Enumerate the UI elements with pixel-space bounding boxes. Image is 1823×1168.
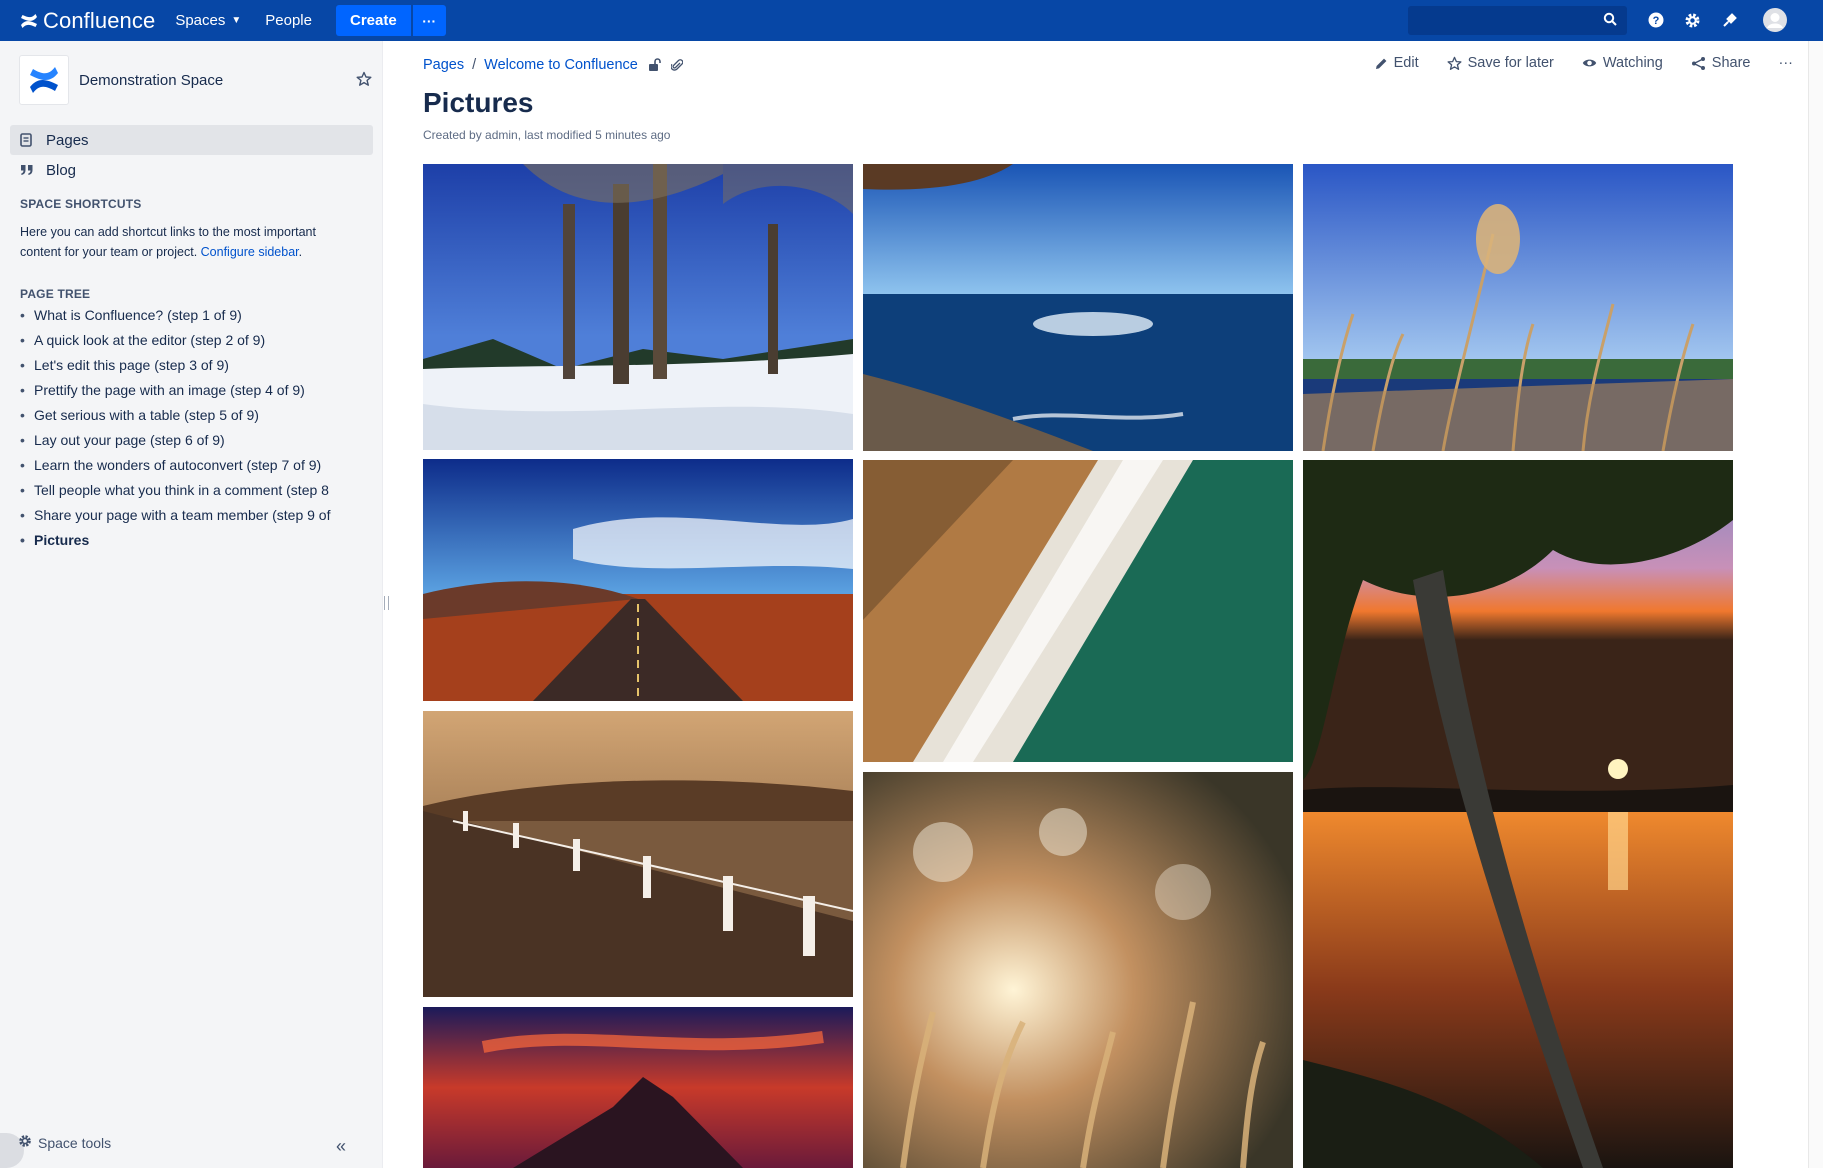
space-header[interactable]: Demonstration Space bbox=[19, 55, 223, 105]
gallery-image-desert-road[interactable] bbox=[423, 459, 853, 701]
spaces-label: Spaces bbox=[175, 12, 226, 29]
star-outline-icon bbox=[1447, 56, 1462, 71]
gallery-image-beach-waves[interactable] bbox=[863, 460, 1293, 762]
sidebar-item-label: Pages bbox=[46, 131, 89, 149]
page-tree-item-label: Pictures bbox=[34, 532, 90, 548]
search-input[interactable] bbox=[1408, 6, 1627, 35]
page-tree-item[interactable]: • Let's edit this page (step 3 of 9) bbox=[20, 353, 340, 378]
eye-icon bbox=[1582, 57, 1597, 69]
breadcrumb: Pages / Welcome to Confluence bbox=[423, 57, 683, 73]
gallery-image-mountain-sunset[interactable] bbox=[423, 1007, 853, 1168]
space-logo[interactable] bbox=[19, 55, 69, 105]
space-logo-icon bbox=[30, 67, 58, 93]
watching-label: Watching bbox=[1602, 55, 1663, 71]
people-label: People bbox=[265, 12, 312, 29]
page-tree-item[interactable]: • Get serious with a table (step 5 of 9) bbox=[20, 403, 340, 428]
page-scrollbar[interactable] bbox=[1808, 41, 1823, 1168]
sidebar-item-blog[interactable]: Blog bbox=[10, 155, 373, 185]
page-tree-item-current[interactable]: • Pictures bbox=[20, 528, 340, 553]
edit-button[interactable]: Edit bbox=[1375, 55, 1419, 71]
more-actions-button[interactable]: ··· bbox=[1779, 55, 1794, 71]
collapse-sidebar-icon[interactable]: « bbox=[336, 1136, 346, 1157]
create-more-button[interactable]: ··· bbox=[412, 5, 446, 36]
space-tools-label: Space tools bbox=[38, 1134, 112, 1151]
space-shortcuts-heading: SPACE SHORTCUTS bbox=[20, 197, 142, 211]
gallery-image-fence-road[interactable] bbox=[423, 711, 853, 997]
page-byline: Created by admin, last modified 5 minute… bbox=[423, 128, 671, 142]
breadcrumb-separator: / bbox=[472, 57, 477, 73]
share-icon bbox=[1691, 56, 1706, 71]
pages-icon bbox=[20, 133, 34, 147]
help-icon[interactable]: ? bbox=[1646, 10, 1666, 30]
page-tree-item[interactable]: • Share your page with a team member (ste… bbox=[20, 503, 340, 528]
shortcuts-period: . bbox=[298, 245, 303, 259]
chevron-down-icon: ▼ bbox=[231, 15, 242, 26]
brand-name: Confluence bbox=[43, 7, 156, 33]
page-tree: • What is Confluence? (step 1 of 9) • A qu… bbox=[20, 303, 340, 553]
watching-button[interactable]: Watching bbox=[1582, 55, 1663, 71]
page-tree-item-label: Tell people what you think in a comment … bbox=[34, 482, 329, 498]
page-tree-item[interactable]: • Learn the wonders of autoconvert (step … bbox=[20, 453, 340, 478]
share-button[interactable]: Share bbox=[1691, 55, 1751, 71]
breadcrumb-welcome[interactable]: Welcome to Confluence bbox=[484, 57, 638, 73]
page-actions: Edit Save for later Watching Share ··· bbox=[1347, 55, 1793, 71]
sidebar-resize-handle[interactable] bbox=[384, 596, 389, 610]
space-tools-button[interactable]: Space tools bbox=[18, 1134, 111, 1151]
avatar[interactable] bbox=[1763, 8, 1787, 32]
confluence-logo-icon bbox=[21, 13, 37, 28]
star-icon[interactable] bbox=[356, 71, 372, 92]
page-tree-item[interactable]: • Tell people what you think in a comment… bbox=[20, 478, 340, 503]
page-tree-item[interactable]: • What is Confluence? (step 1 of 9) bbox=[20, 303, 340, 328]
page-tree-item-label: Let's edit this page (step 3 of 9) bbox=[34, 357, 229, 373]
svg-text:?: ? bbox=[1653, 15, 1660, 27]
confluence-logo[interactable]: Confluence bbox=[19, 0, 155, 41]
space-sidebar: Demonstration Space Pages Blog SPACE SHO… bbox=[0, 41, 383, 1168]
top-navigation-bar: Confluence Spaces ▼ People Create ··· ? bbox=[0, 0, 1823, 41]
save-for-later-label: Save for later bbox=[1467, 55, 1554, 71]
page-tree-item-label: Share your page with a team member (step… bbox=[34, 507, 331, 523]
sidebar-item-label: Blog bbox=[46, 161, 77, 179]
space-name[interactable]: Demonstration Space bbox=[79, 72, 223, 89]
share-label: Share bbox=[1711, 55, 1751, 71]
unlock-icon[interactable] bbox=[648, 58, 661, 72]
space-shortcuts-text: Here you can add shortcut links to the m… bbox=[20, 222, 350, 262]
page-content: Pages / Welcome to Confluence Edit Save … bbox=[423, 41, 1793, 1168]
page-tree-item-label: What is Confluence? (step 1 of 9) bbox=[34, 307, 242, 323]
save-for-later-button[interactable]: Save for later bbox=[1447, 55, 1554, 71]
page-tree-item[interactable]: • Lay out your page (step 6 of 9) bbox=[20, 428, 340, 453]
gallery-image-sunset-lake-tree[interactable] bbox=[1303, 460, 1733, 1168]
spaces-menu[interactable]: Spaces ▼ bbox=[175, 12, 241, 29]
page-tree-item[interactable]: • Prettify the page with an image (step 4… bbox=[20, 378, 340, 403]
notifications-icon[interactable] bbox=[1720, 10, 1740, 30]
breadcrumb-pages[interactable]: Pages bbox=[423, 57, 464, 73]
gallery-image-sea-horizon[interactable] bbox=[863, 164, 1293, 451]
configure-sidebar-link[interactable]: Configure sidebar bbox=[201, 245, 299, 259]
page-tree-item-label: Prettify the page with an image (step 4 … bbox=[34, 382, 305, 398]
page-tree-item-label: A quick look at the editor (step 2 of 9) bbox=[34, 332, 266, 348]
edit-label: Edit bbox=[1393, 55, 1419, 71]
search-icon[interactable] bbox=[1603, 12, 1617, 31]
people-link[interactable]: People bbox=[265, 12, 312, 29]
page-title: Pictures bbox=[423, 87, 534, 118]
page-tree-item-label: Get serious with a table (step 5 of 9) bbox=[34, 407, 259, 423]
gear-icon bbox=[18, 1134, 32, 1151]
pencil-icon bbox=[1375, 57, 1388, 70]
gallery-image-golden-grass[interactable] bbox=[863, 772, 1293, 1168]
page-tree-item-label: Lay out your page (step 6 of 9) bbox=[34, 432, 225, 448]
gallery-image-reeds[interactable] bbox=[1303, 164, 1733, 451]
quote-icon bbox=[20, 164, 34, 176]
create-button[interactable]: Create bbox=[335, 5, 411, 36]
sidebar-item-pages[interactable]: Pages bbox=[10, 125, 373, 155]
settings-icon[interactable] bbox=[1682, 10, 1702, 30]
page-tree-item-label: Learn the wonders of autoconvert (step 7… bbox=[34, 457, 322, 473]
page-tree-item[interactable]: • A quick look at the editor (step 2 of 9… bbox=[20, 328, 340, 353]
attachment-icon[interactable] bbox=[670, 58, 683, 72]
gallery-image-snowy-trees[interactable] bbox=[423, 164, 853, 450]
page-tree-heading: PAGE TREE bbox=[20, 287, 91, 301]
